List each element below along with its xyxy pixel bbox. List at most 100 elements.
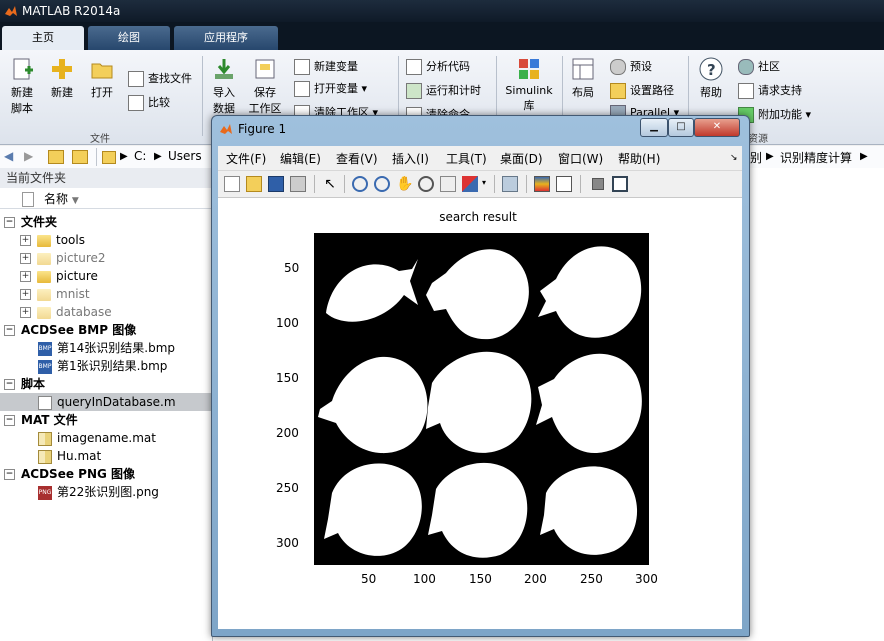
menu-view[interactable]: 查看(V): [336, 150, 378, 167]
x-tick-label: 250: [580, 572, 603, 586]
list-item[interactable]: + picture: [0, 267, 232, 285]
compare-button[interactable]: 比较: [128, 94, 170, 112]
browse-folder-icon[interactable]: [72, 150, 88, 164]
layout-button[interactable]: 布局: [566, 56, 600, 100]
tab-home[interactable]: 主页: [2, 26, 84, 50]
request-support-button[interactable]: 请求支持: [738, 82, 802, 100]
open-variable-button[interactable]: 打开变量 ▾: [294, 80, 367, 98]
legend-icon[interactable]: [556, 176, 572, 192]
file-name: imagename.mat: [57, 431, 156, 445]
open-file-icon[interactable]: [246, 176, 262, 192]
group-png-images[interactable]: − ACDSee PNG 图像: [0, 465, 212, 483]
svg-text:?: ?: [707, 61, 716, 79]
community-button[interactable]: 社区: [738, 58, 780, 76]
new-script-button[interactable]: 新建 脚本: [4, 56, 40, 116]
tab-plots[interactable]: 绘图: [88, 26, 170, 50]
menu-dock-icon[interactable]: ↘: [730, 153, 738, 163]
bmp-file-icon: BMP: [38, 359, 52, 374]
up-folder-icon[interactable]: [48, 150, 64, 164]
new-figure-icon[interactable]: [224, 176, 240, 192]
collapse-icon[interactable]: −: [4, 469, 15, 480]
menu-file[interactable]: 文件(F): [226, 150, 266, 167]
forward-icon[interactable]: ▶: [24, 149, 33, 163]
figure-window[interactable]: Figure 1 ▁ □ ✕ 文件(F) 编辑(E) 查看(V) 插入(I) 工…: [211, 115, 750, 637]
find-files-button[interactable]: 查找文件: [128, 70, 192, 88]
close-button[interactable]: ✕: [694, 118, 740, 137]
data-cursor-icon[interactable]: [440, 176, 456, 192]
x-tick-label: 300: [635, 572, 658, 586]
expand-icon[interactable]: +: [20, 253, 31, 264]
import-data-button[interactable]: 导入 数据: [206, 56, 242, 116]
expand-icon[interactable]: +: [20, 307, 31, 318]
pan-hand-icon[interactable]: ✋: [396, 176, 413, 192]
help-label: 帮助: [700, 86, 722, 99]
plot-title: search result: [439, 210, 517, 224]
brush-icon[interactable]: [462, 176, 478, 192]
folder-icon: [37, 306, 51, 319]
run-and-time-button[interactable]: 运行和计时: [406, 82, 481, 100]
breadcrumb-current-folder[interactable]: 识别精度计算: [780, 149, 852, 166]
colorbar-icon[interactable]: [534, 176, 550, 192]
file-name: 第22张识别图.png: [57, 485, 159, 499]
sort-arrow-icon: ▼: [71, 196, 79, 206]
group-bmp-images[interactable]: − ACDSee BMP 图像: [0, 321, 212, 339]
list-item[interactable]: + tools: [0, 231, 232, 249]
list-item[interactable]: + mnist: [0, 285, 232, 303]
list-item[interactable]: + picture2: [0, 249, 232, 267]
tab-apps[interactable]: 应用程序: [174, 26, 278, 50]
column-header-name[interactable]: 名称 ▼: [0, 189, 212, 209]
print-icon[interactable]: [290, 176, 306, 192]
link-plot-icon[interactable]: [502, 176, 518, 192]
save-icon[interactable]: [268, 176, 284, 192]
collapse-icon[interactable]: −: [4, 325, 15, 336]
image-axes[interactable]: [314, 233, 649, 565]
folder-icon: [37, 288, 51, 301]
maximize-button[interactable]: □: [668, 118, 694, 137]
rotate-3d-icon[interactable]: [418, 176, 434, 192]
group-scripts[interactable]: − 脚本: [0, 375, 212, 393]
group-mat-files[interactable]: − MAT 文件: [0, 411, 212, 429]
toolbar-separator: [314, 175, 315, 193]
simulink-button[interactable]: Simulink 库: [504, 56, 554, 113]
group-folders[interactable]: − 文件夹: [0, 213, 212, 231]
back-icon[interactable]: ◀: [4, 149, 13, 163]
list-item[interactable]: + database: [0, 303, 232, 321]
open-label: 打开: [91, 86, 113, 99]
folder-icon: [37, 270, 51, 283]
collapse-icon[interactable]: −: [4, 379, 15, 390]
menu-insert[interactable]: 插入(I): [392, 150, 429, 167]
expand-icon[interactable]: +: [20, 271, 31, 282]
breadcrumb-drive[interactable]: C:: [134, 149, 146, 163]
breadcrumb-partial[interactable]: 别: [750, 149, 762, 166]
analyze-code-icon: [406, 59, 422, 75]
help-button[interactable]: ? 帮助: [694, 56, 728, 100]
pointer-icon[interactable]: ↖: [322, 176, 338, 192]
menu-help[interactable]: 帮助(H): [618, 150, 660, 167]
menu-edit[interactable]: 编辑(E): [280, 150, 321, 167]
expand-icon[interactable]: +: [20, 235, 31, 246]
file-name: picture: [56, 269, 98, 283]
zoom-in-icon[interactable]: [352, 176, 368, 192]
analyze-code-button[interactable]: 分析代码: [406, 58, 470, 76]
menu-tools[interactable]: 工具(T): [446, 150, 487, 167]
show-plot-tools-icon[interactable]: [612, 176, 628, 192]
zoom-out-icon[interactable]: [374, 176, 390, 192]
save-workspace-button[interactable]: 保存 工作区: [246, 56, 284, 116]
expand-icon[interactable]: +: [20, 289, 31, 300]
import-data-label: 导入 数据: [213, 86, 235, 115]
breadcrumb-users[interactable]: Users: [168, 149, 202, 163]
minimize-button[interactable]: ▁: [640, 118, 668, 137]
collapse-icon[interactable]: −: [4, 217, 15, 228]
file-name: 第1张识别结果.bmp: [57, 359, 168, 373]
menu-desktop[interactable]: 桌面(D): [500, 150, 543, 167]
open-button[interactable]: 打开: [84, 56, 120, 100]
new-button[interactable]: 新建: [44, 56, 80, 100]
menu-window[interactable]: 窗口(W): [558, 150, 603, 167]
new-variable-button[interactable]: 新建变量: [294, 58, 358, 76]
preferences-button[interactable]: 预设: [610, 58, 652, 76]
hide-plot-tools-icon[interactable]: [592, 178, 604, 190]
set-path-button[interactable]: 设置路径: [610, 82, 674, 100]
breadcrumb-chevron-icon: ▶: [860, 151, 868, 162]
collapse-icon[interactable]: −: [4, 415, 15, 426]
brush-dropdown-icon[interactable]: ▾: [482, 178, 486, 187]
